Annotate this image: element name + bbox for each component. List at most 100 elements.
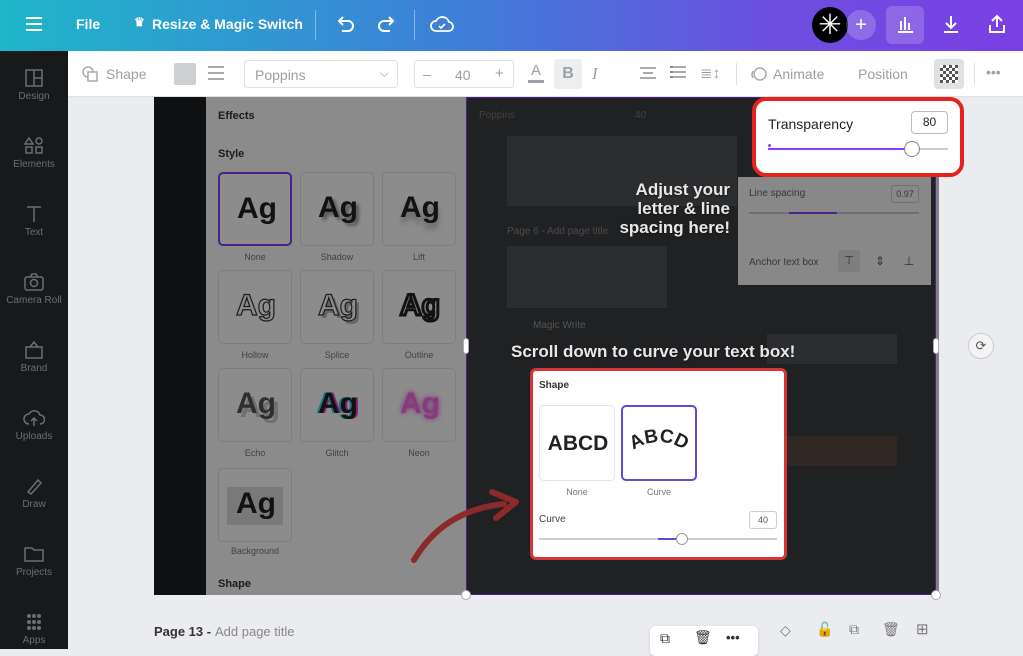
sidebar-item-label: Uploads — [15, 431, 53, 442]
bold-button[interactable]: B — [554, 59, 582, 89]
list-icon[interactable] — [670, 66, 686, 78]
resize-handle[interactable] — [933, 338, 939, 354]
sidebar-item-label: Draw — [22, 499, 46, 510]
shape-option-label: Curve — [646, 487, 671, 497]
bar-chart-icon[interactable] — [886, 6, 924, 44]
arrow-icon — [411, 489, 519, 563]
share-icon[interactable] — [986, 13, 1008, 35]
sidebar-item-projects[interactable]: Projects — [0, 545, 68, 578]
page-number-label: Page 13 - — [154, 624, 212, 639]
transparency-slider-fill — [768, 148, 912, 150]
cloud-upload-icon — [23, 410, 45, 426]
sidebar-item-apps[interactable]: Apps — [0, 613, 68, 646]
italic-button[interactable]: I — [592, 64, 598, 84]
transparency-slider[interactable] — [768, 141, 948, 157]
sidebar-item-label: Design — [18, 91, 50, 102]
text-color-icon[interactable]: A — [528, 62, 544, 83]
top-bar: File ♛ Resize & Magic Switch ✳ + — [0, 0, 1023, 51]
hide-icon[interactable]: ◇ — [780, 622, 791, 639]
increase-font-button[interactable]: + — [495, 65, 504, 82]
shape-button[interactable]: Shape — [106, 66, 146, 82]
sidebar-item-uploads[interactable]: Uploads — [0, 409, 68, 442]
lock-icon[interactable]: 🔓 — [816, 621, 833, 638]
adjust-spacing-callout: Adjust your letter & line spacing here! — [619, 180, 730, 237]
transparency-icon[interactable] — [934, 59, 964, 89]
sidebar-item-draw[interactable]: Draw — [0, 477, 68, 510]
page-more-button[interactable]: ••• — [726, 630, 740, 645]
sidebar-item-design[interactable]: Design — [0, 69, 68, 102]
decrease-font-button[interactable]: – — [423, 66, 431, 82]
svg-text:ABCD: ABCD — [626, 426, 692, 455]
position-button[interactable]: Position — [858, 66, 908, 82]
file-menu[interactable]: File — [76, 16, 100, 32]
color-swatch[interactable] — [174, 63, 196, 85]
curve-value[interactable]: 40 — [749, 511, 777, 529]
font-selector[interactable]: Poppins ⌵ — [244, 60, 398, 88]
animate-icon — [751, 67, 767, 81]
page-title-input[interactable]: Add page title — [215, 624, 295, 639]
redo-icon[interactable] — [376, 13, 398, 35]
font-size-value[interactable]: 40 — [455, 67, 471, 83]
border-style-icon[interactable] — [208, 66, 224, 80]
resize-handle[interactable] — [931, 590, 941, 600]
divider — [315, 10, 316, 40]
sidebar-item-label: Brand — [20, 363, 48, 374]
duplicate-icon[interactable]: ⧉ — [849, 621, 859, 638]
add-page-corner-icon[interactable]: ⊞ — [916, 620, 929, 638]
sidebar-item-brand[interactable]: Brand — [0, 341, 68, 374]
shapes-icon — [23, 137, 43, 154]
undo-icon[interactable] — [334, 13, 356, 35]
refresh-icon[interactable]: ⟳ — [968, 333, 994, 359]
crown-icon: ♛ — [134, 15, 145, 29]
trash-icon[interactable]: 🗑 — [694, 629, 712, 646]
transparency-slider-thumb[interactable] — [904, 141, 920, 157]
shape-panel-heading: Shape — [539, 380, 570, 391]
shape-icon — [82, 66, 98, 82]
sidebar-item-elements[interactable]: Elements — [0, 137, 68, 170]
folder-icon — [24, 547, 44, 562]
sidebar-item-label: Apps — [22, 635, 46, 646]
plus-icon[interactable]: + — [846, 10, 876, 40]
animate-button[interactable]: Animate — [773, 66, 824, 82]
camera-icon — [24, 273, 44, 291]
text-icon — [27, 206, 41, 222]
brand-icon — [25, 341, 43, 359]
shape-curve-card[interactable]: ABCD — [621, 405, 697, 481]
editor-toolbar: Shape Poppins ⌵ – 40 + A B I ≣↕ Animate … — [68, 51, 1023, 97]
curved-text: ABCD — [626, 426, 692, 455]
shape-none-card[interactable]: ABCD — [539, 405, 615, 481]
app-logo-icon[interactable]: ✳ — [812, 7, 848, 43]
download-icon[interactable] — [940, 13, 962, 35]
curve-label: Curve — [539, 514, 566, 525]
hamburger-icon[interactable] — [26, 17, 42, 31]
sidebar-item-camera-roll[interactable]: Camera Roll — [0, 273, 68, 306]
left-sidebar: Design Elements Text Camera Roll Brand U… — [0, 51, 68, 649]
delete-icon[interactable]: 🗑 — [882, 621, 900, 638]
resize-handle[interactable] — [461, 590, 471, 600]
resize-handle[interactable] — [463, 338, 469, 354]
align-icon[interactable] — [640, 67, 656, 79]
transparency-slider-start — [768, 144, 771, 147]
resize-magic-switch-button[interactable]: Resize & Magic Switch — [152, 16, 303, 32]
page-actions: ⧉ 🗑 ••• — [650, 626, 758, 656]
curved-sample: ABCD — [626, 426, 692, 455]
more-options-button[interactable]: ••• — [986, 64, 1001, 80]
sidebar-item-label: Text — [24, 227, 44, 238]
curve-slider[interactable] — [539, 533, 777, 545]
cloud-check-icon[interactable] — [430, 13, 454, 35]
transparency-popup: Transparency 80 — [752, 97, 964, 177]
apps-grid-icon — [27, 614, 41, 630]
spacing-icon[interactable]: ≣↕ — [700, 64, 720, 82]
sidebar-item-label: Camera Roll — [6, 295, 62, 306]
layout-icon — [25, 69, 43, 87]
font-size-stepper[interactable]: – 40 + — [414, 60, 514, 88]
divider — [414, 10, 415, 40]
shape-option-label: None — [566, 487, 588, 497]
pen-icon — [26, 478, 43, 495]
transparency-value-input[interactable]: 80 — [911, 111, 948, 134]
curve-slider-thumb[interactable] — [675, 533, 688, 545]
sidebar-item-label: Projects — [15, 567, 53, 578]
chevron-down-icon: ⌵ — [379, 66, 389, 80]
add-page-icon[interactable]: ⧉ — [660, 630, 670, 647]
sidebar-item-text[interactable]: Text — [0, 205, 68, 238]
